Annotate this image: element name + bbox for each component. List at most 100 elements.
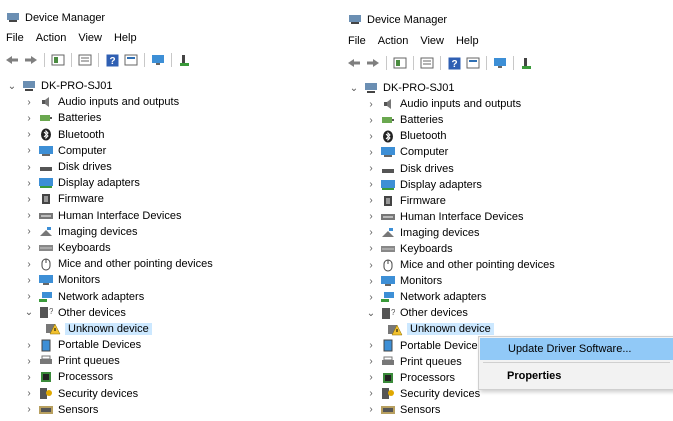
view-icon[interactable] xyxy=(123,52,139,68)
chevron-right-icon[interactable]: › xyxy=(365,404,377,415)
tree-item-firmware[interactable]: › Firmware xyxy=(348,193,555,209)
chevron-down-icon[interactable]: ⌄ xyxy=(23,307,35,318)
chevron-right-icon[interactable]: › xyxy=(23,404,35,415)
chevron-right-icon[interactable]: › xyxy=(23,162,35,173)
tree-item-disk-drives[interactable]: › Disk drives xyxy=(348,160,555,176)
tree-item-bluetooth[interactable]: › Bluetooth xyxy=(348,128,555,144)
chevron-right-icon[interactable]: › xyxy=(23,97,35,108)
help-icon[interactable]: ? xyxy=(446,55,462,71)
tree-item-monitors[interactable]: › Monitors xyxy=(6,272,213,288)
tree-item-security[interactable]: › Security devices xyxy=(6,386,213,402)
update-driver-menu-item[interactable]: Update Driver Software... xyxy=(480,338,673,360)
tree-item-other-devices[interactable]: ⌄? Other devices xyxy=(348,305,555,321)
chevron-right-icon[interactable]: › xyxy=(23,259,35,270)
chevron-right-icon[interactable]: › xyxy=(23,194,35,205)
chevron-right-icon[interactable]: › xyxy=(23,226,35,237)
tree-root[interactable]: ⌄ DK-PRO-SJ01 xyxy=(348,80,555,96)
tree-item-audio[interactable]: › Audio inputs and outputs xyxy=(6,94,213,110)
tree-item-unknown-device[interactable]: Unknown device xyxy=(6,321,213,337)
chevron-right-icon[interactable]: › xyxy=(365,163,377,174)
scan-hardware-icon[interactable] xyxy=(519,55,535,71)
chevron-right-icon[interactable]: › xyxy=(365,99,377,110)
tree-item-batteries[interactable]: › Batteries xyxy=(348,112,555,128)
tree-item-hid[interactable]: › Human Interface Devices xyxy=(6,208,213,224)
forward-arrow-icon[interactable] xyxy=(23,52,39,68)
tree-item-other-devices[interactable]: ⌄? Other devices xyxy=(6,305,213,321)
tree-item-mice[interactable]: › Mice and other pointing devices xyxy=(348,257,555,273)
tree-item-imaging[interactable]: › Imaging devices xyxy=(348,225,555,241)
chevron-down-icon[interactable]: ⌄ xyxy=(348,83,360,94)
tree-item-batteries[interactable]: › Batteries xyxy=(6,110,213,126)
chevron-right-icon[interactable]: › xyxy=(23,113,35,124)
help-icon[interactable]: ? xyxy=(104,52,120,68)
tree-item-mice[interactable]: › Mice and other pointing devices xyxy=(6,256,213,272)
chevron-right-icon[interactable]: › xyxy=(23,340,35,351)
chevron-right-icon[interactable]: › xyxy=(365,195,377,206)
chevron-right-icon[interactable]: › xyxy=(23,178,35,189)
tree-item-hid[interactable]: › Human Interface Devices xyxy=(348,209,555,225)
tree-item-display-adapters[interactable]: › Display adapters xyxy=(348,177,555,193)
tree-item-keyboards[interactable]: › Keyboards xyxy=(6,240,213,256)
tree-item-computer[interactable]: › Computer xyxy=(6,143,213,159)
tree-item-processors[interactable]: › Processors xyxy=(6,369,213,385)
chevron-right-icon[interactable]: › xyxy=(23,372,35,383)
tree-item-computer[interactable]: › Computer xyxy=(348,144,555,160)
properties-icon[interactable] xyxy=(392,55,408,71)
chevron-right-icon[interactable]: › xyxy=(23,275,35,286)
menu-view[interactable]: View xyxy=(420,35,444,51)
chevron-right-icon[interactable]: › xyxy=(365,147,377,158)
scan-hardware-icon[interactable] xyxy=(177,52,193,68)
view-icon[interactable] xyxy=(465,55,481,71)
monitor-icon[interactable] xyxy=(150,52,166,68)
tree-item-bluetooth[interactable]: › Bluetooth xyxy=(6,127,213,143)
tree-item-audio[interactable]: › Audio inputs and outputs xyxy=(348,96,555,112)
chevron-right-icon[interactable]: › xyxy=(23,388,35,399)
chevron-right-icon[interactable]: › xyxy=(365,131,377,142)
tree-item-display-adapters[interactable]: › Display adapters xyxy=(6,175,213,191)
chevron-down-icon[interactable]: ⌄ xyxy=(6,81,18,92)
chevron-right-icon[interactable]: › xyxy=(23,242,35,253)
tree-item-sensors[interactable]: › Sensors xyxy=(348,402,555,418)
forward-arrow-icon[interactable] xyxy=(365,55,381,71)
chevron-right-icon[interactable]: › xyxy=(365,292,377,303)
chevron-right-icon[interactable]: › xyxy=(365,115,377,126)
chevron-right-icon[interactable]: › xyxy=(23,210,35,221)
chevron-right-icon[interactable]: › xyxy=(365,260,377,271)
properties-menu-item[interactable]: Properties xyxy=(479,365,673,387)
chevron-right-icon[interactable]: › xyxy=(365,276,377,287)
properties-icon[interactable] xyxy=(50,52,66,68)
tree-item-monitors[interactable]: › Monitors xyxy=(348,273,555,289)
chevron-right-icon[interactable]: › xyxy=(365,388,377,399)
tree-item-portable[interactable]: › Portable Devices xyxy=(6,337,213,353)
chevron-right-icon[interactable]: › xyxy=(365,356,377,367)
chevron-right-icon[interactable]: › xyxy=(23,129,35,140)
back-arrow-icon[interactable] xyxy=(4,52,20,68)
show-hidden-icon[interactable] xyxy=(77,52,93,68)
chevron-right-icon[interactable]: › xyxy=(23,145,35,156)
tree-item-network[interactable]: › Network adapters xyxy=(6,288,213,304)
chevron-right-icon[interactable]: › xyxy=(365,243,377,254)
menu-action[interactable]: Action xyxy=(378,35,409,51)
tree-item-keyboards[interactable]: › Keyboards xyxy=(348,241,555,257)
chevron-right-icon[interactable]: › xyxy=(365,179,377,190)
tree-item-imaging[interactable]: › Imaging devices xyxy=(6,224,213,240)
monitor-icon[interactable] xyxy=(492,55,508,71)
tree-item-network[interactable]: › Network adapters xyxy=(348,289,555,305)
menu-help[interactable]: Help xyxy=(456,35,479,51)
tree-item-firmware[interactable]: › Firmware xyxy=(6,191,213,207)
tree-item-disk-drives[interactable]: › Disk drives xyxy=(6,159,213,175)
menu-file[interactable]: File xyxy=(6,32,24,48)
tree-item-sensors[interactable]: › Sensors xyxy=(6,402,213,418)
menu-help[interactable]: Help xyxy=(114,32,137,48)
show-hidden-icon[interactable] xyxy=(419,55,435,71)
back-arrow-icon[interactable] xyxy=(346,55,362,71)
chevron-down-icon[interactable]: ⌄ xyxy=(365,308,377,319)
menu-file[interactable]: File xyxy=(348,35,366,51)
chevron-right-icon[interactable]: › xyxy=(365,211,377,222)
menu-action[interactable]: Action xyxy=(36,32,67,48)
menu-view[interactable]: View xyxy=(78,32,102,48)
tree-item-print-queues[interactable]: › Print queues xyxy=(6,353,213,369)
chevron-right-icon[interactable]: › xyxy=(23,291,35,302)
chevron-right-icon[interactable]: › xyxy=(365,372,377,383)
chevron-right-icon[interactable]: › xyxy=(365,340,377,351)
